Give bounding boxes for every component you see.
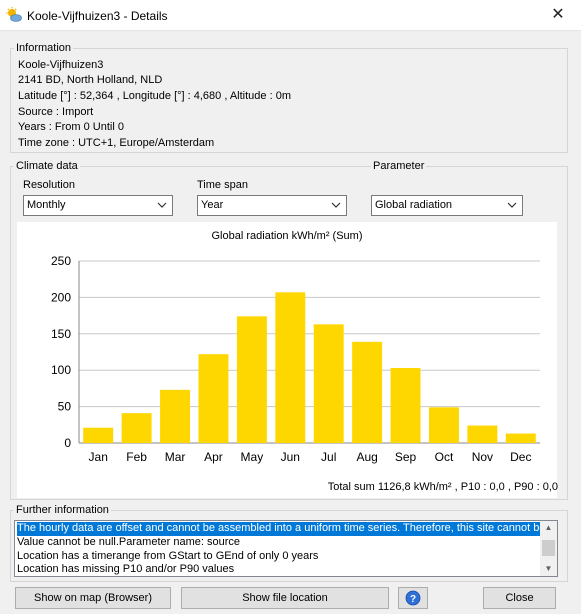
window-title: Koole-Vijfhuizen3 - Details <box>27 9 168 23</box>
site-timezone: Time zone : UTC+1, Europe/Amsterdam <box>18 137 215 149</box>
chart-area: Global radiation kWh/m² (Sum) 0 50 100 150 2… <box>17 222 557 498</box>
x-tick-label: Jan <box>89 450 108 464</box>
x-tick-label: May <box>241 450 264 464</box>
site-source: Source : Import <box>18 106 94 118</box>
help-icon: ? <box>405 590 421 606</box>
list-item[interactable]: Value cannot be null.Parameter name: sou… <box>17 536 240 550</box>
site-address: 2141 BD, North Holland, NLD <box>18 74 163 86</box>
bar <box>160 389 191 443</box>
site-years: Years : From 0 Until 0 <box>18 121 124 133</box>
title-bar: Koole-Vijfhuizen3 - Details ✕ <box>0 0 581 31</box>
bar <box>352 341 383 443</box>
x-tick-label: Feb <box>126 450 147 464</box>
resolution-value: Monthly <box>27 199 66 211</box>
timespan-value: Year <box>201 199 224 211</box>
show-file-location-button[interactable]: Show file location <box>181 587 389 609</box>
parameter-select[interactable]: Global radiation <box>371 195 523 216</box>
window-close-button[interactable]: ✕ <box>535 0 581 30</box>
bar <box>121 413 152 443</box>
x-tick-label: Mar <box>165 450 186 464</box>
y-tick-label: 250 <box>51 254 71 268</box>
timespan-label: Time span <box>197 179 248 191</box>
parameter-legend: Parameter <box>371 160 427 172</box>
bar <box>428 407 459 443</box>
y-tick-label: 50 <box>58 400 72 414</box>
bar <box>236 316 267 443</box>
resolution-select[interactable]: Monthly <box>23 195 173 216</box>
x-tick-label: Apr <box>204 450 223 464</box>
x-tick-label: Dec <box>510 450 531 464</box>
chevron-down-icon <box>507 202 517 208</box>
chevron-down-icon <box>157 202 167 208</box>
parameter-value: Global radiation <box>375 199 453 211</box>
x-tick-label: Aug <box>356 450 377 464</box>
bar <box>275 292 306 443</box>
scroll-up-arrow-icon[interactable]: ▲ <box>540 521 557 535</box>
information-legend: Information <box>14 42 74 54</box>
bar <box>505 433 536 443</box>
bar <box>83 427 114 443</box>
x-tick-label: Sep <box>395 450 417 464</box>
y-tick-label: 200 <box>51 290 71 304</box>
show-on-map-button[interactable]: Show on map (Browser) <box>15 587 171 609</box>
y-tick-label: 0 <box>64 436 71 450</box>
site-coordinates: Latitude [°] : 52,364 , Longitude [°] : … <box>18 90 291 102</box>
bar <box>467 425 498 443</box>
climate-data-legend: Climate data <box>14 160 80 172</box>
resolution-label: Resolution <box>23 179 75 191</box>
close-button[interactable]: Close <box>483 587 556 609</box>
weather-sun-cloud-icon <box>6 7 22 22</box>
list-item[interactable]: Location has a timerange from GStart to … <box>17 550 318 564</box>
x-tick-label: Jun <box>281 450 300 464</box>
help-button[interactable]: ? <box>398 587 428 609</box>
bar <box>198 354 229 443</box>
x-tick-label: Nov <box>472 450 493 464</box>
chevron-down-icon <box>331 202 341 208</box>
further-information-legend: Further information <box>14 504 111 516</box>
timespan-select[interactable]: Year <box>197 195 347 216</box>
y-tick-label: 100 <box>51 363 71 377</box>
x-tick-label: Oct <box>435 450 454 464</box>
vertical-scrollbar[interactable]: ▲ ▼ <box>540 521 557 576</box>
bar <box>313 324 344 443</box>
further-information-list[interactable]: The hourly data are offset and cannot be… <box>14 520 558 577</box>
scroll-thumb[interactable] <box>542 540 555 556</box>
x-tick-label: Jul <box>321 450 336 464</box>
svg-text:?: ? <box>410 594 416 605</box>
site-name: Koole-Vijfhuizen3 <box>18 59 104 71</box>
totals-text: Total sum 1126,8 kWh/m² , P10 : 0,0 , P9… <box>327 481 558 493</box>
y-tick-label: 150 <box>51 327 71 341</box>
bar-chart: 0 50 100 150 200 250 Jan Feb Mar Apr May Jun Jul Aug S… <box>51 254 540 464</box>
list-item[interactable]: Location has missing P10 and/or P90 valu… <box>17 563 234 576</box>
list-item[interactable]: The hourly data are offset and cannot be… <box>17 522 540 536</box>
scroll-down-arrow-icon[interactable]: ▼ <box>540 562 557 576</box>
bar <box>390 368 421 443</box>
